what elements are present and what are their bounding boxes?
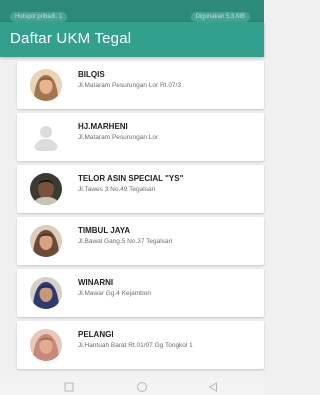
list-item[interactable]: TIMBUL JAYA Jl.Bawal Gang.5 No.37 Tegals…: [17, 217, 264, 265]
ukm-name: PELANGI: [78, 330, 114, 339]
ukm-address: Jl.Bawal Gang.5 No.37 Tegalsari: [78, 238, 173, 245]
status-bar: Hotspot pribadi: 1 Digunakan 5.3 MB: [0, 0, 264, 22]
avatar: [30, 69, 62, 101]
avatar: [30, 277, 62, 309]
woman-hijab-photo-icon: [30, 225, 62, 257]
woman-hijab-photo-icon: [30, 69, 62, 101]
avatar: [30, 329, 62, 361]
ukm-address: Jl.Hantuah Barat Rt.01/07 Gg Tongkol 1: [78, 342, 193, 349]
woman-hijab-photo-icon: [30, 277, 62, 309]
ukm-name: HJ.MARHENI: [78, 122, 128, 131]
ukm-address: Jl.Mataram Pesurungan Lor Rt.07/3: [78, 82, 181, 89]
ukm-address: Jl.Mawar Gg.4 Kejambon: [78, 290, 151, 297]
avatar: [30, 173, 62, 205]
app-bar: Daftar UKM Tegal: [0, 22, 264, 57]
list-item[interactable]: TELOR ASIN SPECIAL "YS" Jl.Tawes 3 No.49…: [17, 165, 264, 213]
ukm-name: BILQIS: [78, 70, 105, 79]
home-icon[interactable]: [136, 381, 148, 393]
ukm-name: TIMBUL JAYA: [78, 226, 131, 235]
list-item[interactable]: BILQIS Jl.Mataram Pesurungan Lor Rt.07/3: [17, 61, 264, 109]
list-item[interactable]: PELANGI Jl.Hantuah Barat Rt.01/07 Gg Ton…: [17, 321, 264, 369]
ukm-name: TELOR ASIN SPECIAL "YS": [78, 174, 184, 183]
hotspot-indicator: Hotspot pribadi: 1: [10, 12, 68, 22]
data-usage-indicator: Digunakan 5.3 MB: [190, 12, 250, 22]
ukm-address: Jl.Tawes 3 No.49 Tegalsari: [78, 186, 156, 193]
person-placeholder-icon: [34, 126, 58, 151]
system-nav-bar: [0, 377, 264, 395]
ukm-address: Jl.Mataram Pesurungan Lor: [78, 134, 159, 141]
list-item[interactable]: WINARNI Jl.Mawar Gg.4 Kejambon: [17, 269, 264, 317]
back-icon[interactable]: [207, 381, 219, 393]
avatar: [30, 225, 62, 257]
woman-hijab-photo-icon: [30, 329, 62, 361]
recent-apps-icon[interactable]: [63, 381, 75, 393]
page-title: Daftar UKM Tegal: [10, 30, 132, 47]
avatar: [30, 121, 62, 153]
man-photo-icon: [30, 173, 62, 205]
list-item[interactable]: HJ.MARHENI Jl.Mataram Pesurungan Lor: [17, 113, 264, 161]
ukm-name: WINARNI: [78, 278, 114, 287]
